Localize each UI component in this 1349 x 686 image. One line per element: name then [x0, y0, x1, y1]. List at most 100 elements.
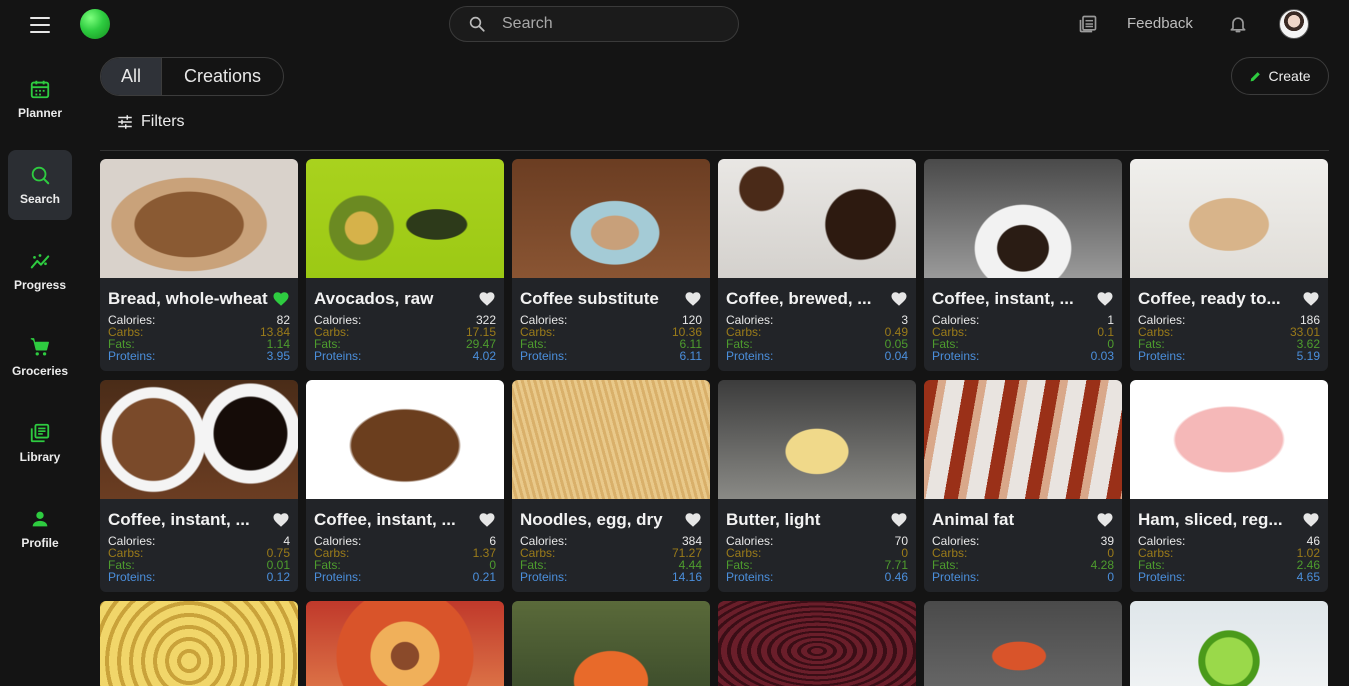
newspaper-icon[interactable] — [1078, 14, 1098, 34]
search-icon — [31, 166, 50, 185]
food-image — [924, 601, 1122, 686]
proteins-row: Proteins: 0.46 — [726, 571, 908, 583]
top-bar: Feedback — [0, 0, 1349, 48]
person-icon — [32, 511, 48, 527]
sidebar-item-label: Progress — [13, 278, 67, 292]
heart-icon[interactable] — [890, 290, 908, 308]
proteins-row: Proteins: 3.95 — [108, 350, 290, 362]
stat-label: Proteins: — [108, 349, 156, 363]
divider — [100, 150, 1329, 151]
food-card[interactable]: Avocados, raw Calories: 322 Carbs: 17.15 F… — [306, 159, 504, 371]
food-title: Animal fat — [932, 510, 1015, 529]
food-image — [1130, 380, 1328, 499]
food-card[interactable]: Coffee, instant, ... Calories: 1 Carbs: 0.… — [924, 159, 1122, 371]
carbs-row: Carbs: 0.75 — [108, 547, 290, 559]
proteins-row: Proteins: 0.12 — [108, 571, 290, 583]
food-image — [1130, 601, 1328, 686]
food-title: Avocados, raw — [314, 289, 434, 308]
create-button[interactable]: Create — [1231, 57, 1329, 95]
tab-creations[interactable]: Creations — [162, 58, 283, 95]
food-card[interactable]: Bread, whole-wheat Calories: 82 Carbs: 13.… — [100, 159, 298, 371]
sidebar-item-profile[interactable]: Profile — [8, 494, 72, 564]
food-card[interactable]: Coffee, brewed, ... Calories: 3 Carbs: 0.4… — [718, 159, 916, 371]
proteins-value: 0 — [1107, 570, 1114, 584]
search-bar[interactable] — [449, 6, 739, 42]
menu-icon[interactable] — [28, 14, 52, 34]
proteins-row: Proteins: 4.02 — [314, 350, 496, 362]
heart-icon[interactable] — [890, 511, 908, 529]
heart-filled-icon[interactable] — [272, 290, 290, 308]
pencil-icon — [1251, 71, 1261, 81]
avatar[interactable] — [1279, 9, 1309, 39]
heart-icon[interactable] — [684, 290, 702, 308]
heart-icon[interactable] — [684, 511, 702, 529]
bell-icon[interactable] — [1228, 13, 1248, 35]
food-image — [100, 159, 298, 278]
feedback-link[interactable]: Feedback — [1127, 15, 1193, 32]
sidebar-item-progress[interactable]: Progress — [8, 236, 72, 306]
library-icon — [30, 423, 50, 443]
create-button-label: Create — [1268, 68, 1311, 84]
sidebar-item-search[interactable]: Search — [8, 150, 72, 220]
food-card[interactable]: Coffee, ready to... Calories: 186 Carbs: 3… — [1130, 159, 1328, 371]
sidebar-item-planner[interactable]: Planner — [8, 64, 72, 134]
food-card[interactable]: Animal fat Calories: 39 Carbs: 0 Fats: 4.28… — [924, 380, 1122, 592]
food-card[interactable]: Coffee, instant, ... Calories: 4 Carbs: 0.… — [100, 380, 298, 592]
heart-icon[interactable] — [1302, 290, 1320, 308]
stat-label: Proteins: — [726, 349, 774, 363]
proteins-value: 0.04 — [884, 349, 908, 363]
sidebar-item-library[interactable]: Library — [8, 408, 72, 478]
filters-label: Filters — [141, 113, 185, 130]
food-card[interactable] — [924, 601, 1122, 686]
proteins-value: 4.02 — [472, 349, 496, 363]
food-card[interactable]: Coffee substitute Calories: 120 Carbs: 10.… — [512, 159, 710, 371]
food-card[interactable] — [718, 601, 916, 686]
proteins-value: 14.16 — [671, 570, 702, 584]
stat-label: Proteins: — [520, 349, 568, 363]
carbs-row: Carbs: 13.84 — [108, 326, 290, 338]
proteins-row: Proteins: 0.04 — [726, 350, 908, 362]
food-title: Coffee, ready to... — [1138, 289, 1281, 308]
heart-icon[interactable] — [478, 511, 496, 529]
food-card[interactable] — [1130, 601, 1328, 686]
proteins-value: 3.95 — [266, 349, 290, 363]
carbs-row: Carbs: 1.37 — [314, 547, 496, 559]
heart-icon[interactable] — [1302, 511, 1320, 529]
food-card[interactable]: Ham, sliced, reg... Calories: 46 Carbs: 1.… — [1130, 380, 1328, 592]
sidebar-item-groceries[interactable]: Groceries — [8, 322, 72, 392]
food-image — [512, 159, 710, 278]
food-card[interactable] — [100, 601, 298, 686]
food-image — [1130, 159, 1328, 278]
carbs-row: Carbs: 0.49 — [726, 326, 908, 338]
view-toggle: All Creations — [100, 57, 284, 96]
heart-icon[interactable] — [1096, 290, 1114, 308]
proteins-value: 4.65 — [1296, 570, 1320, 584]
search-icon — [469, 16, 485, 32]
proteins-row: Proteins: 0.03 — [932, 350, 1114, 362]
food-image — [718, 159, 916, 278]
stat-label: Proteins: — [314, 349, 362, 363]
proteins-row: Proteins: 0 — [932, 571, 1114, 583]
food-image — [306, 380, 504, 499]
food-image — [924, 380, 1122, 499]
stat-label: Proteins: — [520, 570, 568, 584]
heart-icon[interactable] — [478, 290, 496, 308]
food-card[interactable] — [306, 601, 504, 686]
food-image — [718, 601, 916, 686]
stat-label: Proteins: — [932, 349, 980, 363]
food-title: Coffee, brewed, ... — [726, 289, 872, 308]
proteins-row: Proteins: 0.21 — [314, 571, 496, 583]
food-card[interactable]: Noodles, egg, dry Calories: 384 Carbs: 71.… — [512, 380, 710, 592]
filters-button[interactable]: Filters — [116, 113, 185, 131]
search-input[interactable] — [502, 15, 702, 33]
heart-icon[interactable] — [272, 511, 290, 529]
proteins-row: Proteins: 14.16 — [520, 571, 702, 583]
food-card[interactable]: Butter, light Calories: 70 Carbs: 0 Fats: 7… — [718, 380, 916, 592]
food-card[interactable]: Coffee, instant, ... Calories: 6 Carbs: 1.… — [306, 380, 504, 592]
cart-icon — [30, 338, 49, 356]
tab-all[interactable]: All — [101, 58, 162, 95]
app-logo[interactable] — [80, 9, 110, 39]
progress-icon — [30, 254, 50, 269]
food-card[interactable] — [512, 601, 710, 686]
heart-icon[interactable] — [1096, 511, 1114, 529]
